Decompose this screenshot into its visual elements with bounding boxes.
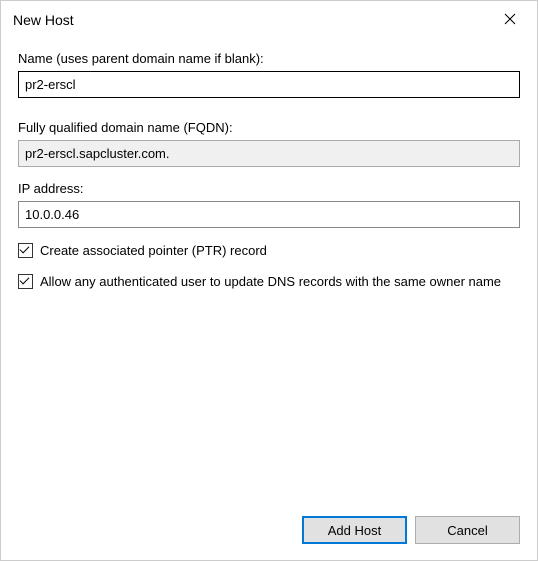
dialog-button-row: Add Host Cancel [302,516,520,544]
new-host-dialog: New Host Name (uses parent domain name i… [0,0,538,561]
dialog-content: Name (uses parent domain name if blank):… [1,37,537,560]
titlebar: New Host [1,1,537,37]
fqdn-label: Fully qualified domain name (FQDN): [18,120,520,135]
cancel-button[interactable]: Cancel [415,516,520,544]
name-label: Name (uses parent domain name if blank): [18,51,520,66]
ip-label: IP address: [18,181,520,196]
ptr-checkbox[interactable] [18,243,33,258]
ip-input[interactable] [18,201,520,228]
ptr-checkbox-label: Create associated pointer (PTR) record [40,242,520,259]
ptr-checkbox-row[interactable]: Create associated pointer (PTR) record [18,242,520,259]
fqdn-display: pr2-erscl.sapcluster.com. [18,140,520,167]
close-button[interactable] [487,4,533,34]
name-input[interactable] [18,71,520,98]
close-icon [504,13,516,25]
allow-update-checkbox-label: Allow any authenticated user to update D… [40,273,520,290]
add-host-button[interactable]: Add Host [302,516,407,544]
window-title: New Host [13,10,74,28]
allow-update-checkbox-row[interactable]: Allow any authenticated user to update D… [18,273,520,290]
allow-update-checkbox[interactable] [18,274,33,289]
